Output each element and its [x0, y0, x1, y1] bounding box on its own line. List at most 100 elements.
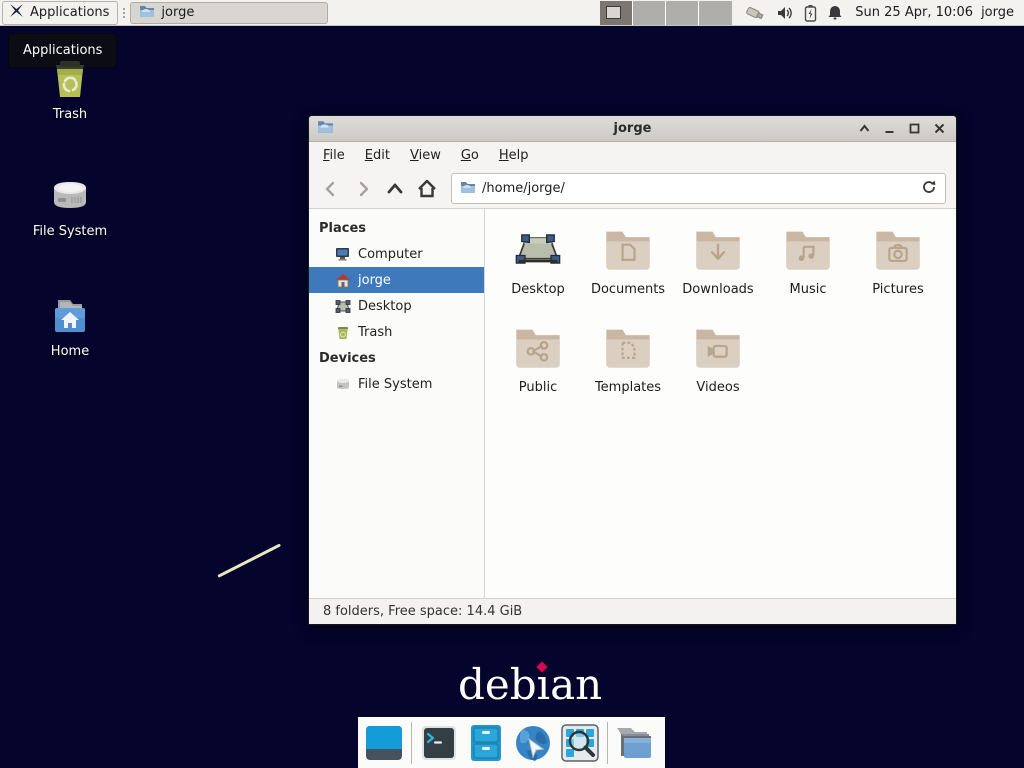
file-grid: Desktop Documents Downloads: [485, 209, 956, 598]
file-manager-window: jorge File Edit View Go Help: [308, 115, 957, 625]
dock: [358, 717, 665, 768]
volume-icon[interactable]: [776, 5, 794, 21]
templates-folder-icon: [602, 321, 654, 373]
menu-view[interactable]: View: [400, 144, 451, 167]
show-desktop-icon: [365, 724, 403, 762]
desktop-icon-label: Trash: [53, 107, 87, 122]
sidebar-header-places: Places: [309, 215, 484, 241]
taskbar-window-button[interactable]: jorge: [130, 2, 328, 24]
desktop-special-icon: [512, 223, 564, 275]
sidebar-item-label: Trash: [358, 325, 392, 340]
statusbar: 8 folders, Free space: 14.4 GiB: [309, 598, 956, 624]
folder-icon: [139, 4, 155, 22]
panel-clock[interactable]: Sun 25 Apr, 10:06: [855, 5, 973, 20]
menu-edit[interactable]: Edit: [355, 144, 400, 167]
applications-menu-button[interactable]: Applications: [2, 1, 118, 25]
file-item-music[interactable]: Music: [763, 223, 853, 321]
battery-charging-icon[interactable]: [804, 4, 817, 22]
desktop-icon-label: Home: [51, 344, 89, 359]
trash-small-icon: [335, 325, 351, 340]
music-folder-icon: [782, 223, 834, 275]
maximize-button[interactable]: [906, 120, 923, 137]
home-button[interactable]: [413, 175, 441, 203]
dock-file-cabinet[interactable]: [466, 723, 506, 763]
terminal-icon: [421, 725, 457, 761]
sidebar-item-desktop[interactable]: Desktop: [309, 293, 484, 319]
file-item-label: Documents: [591, 282, 665, 297]
desktop-icon: [335, 299, 351, 314]
debian-logo-text: an: [550, 660, 602, 709]
up-button[interactable]: [381, 175, 409, 203]
web-browser-icon: [513, 723, 553, 763]
reload-icon[interactable]: [921, 179, 937, 199]
applications-menu-label: Applications: [30, 5, 109, 20]
window-titlebar[interactable]: jorge: [309, 116, 956, 142]
dock-show-desktop[interactable]: [364, 723, 404, 763]
home-folder-icon: [46, 292, 94, 340]
file-cabinet-icon: [469, 724, 503, 762]
workspace-2[interactable]: [633, 1, 666, 25]
close-button[interactable]: [931, 120, 948, 137]
file-item-pictures[interactable]: Pictures: [853, 223, 943, 321]
notifications-bell-icon[interactable]: [827, 4, 843, 21]
location-bar[interactable]: /home/jorge/: [451, 173, 946, 204]
shade-button[interactable]: [856, 120, 873, 137]
minimize-button[interactable]: [881, 120, 898, 137]
debian-logo: debıan: [458, 660, 602, 709]
dock-web-browser[interactable]: [513, 723, 553, 763]
path-text[interactable]: /home/jorge/: [482, 181, 915, 196]
file-item-label: Templates: [595, 380, 661, 395]
videos-folder-icon: [692, 321, 744, 373]
menu-go[interactable]: Go: [451, 144, 489, 167]
application-finder-icon: [561, 724, 599, 762]
dock-separator: [607, 722, 608, 764]
documents-folder-icon: [602, 223, 654, 275]
tasklist-handle[interactable]: [120, 3, 128, 23]
sidebar-item-jorge[interactable]: jorge: [309, 267, 484, 293]
menu-file[interactable]: File: [313, 144, 355, 167]
file-item-public[interactable]: Public: [493, 321, 583, 419]
file-item-templates[interactable]: Templates: [583, 321, 673, 419]
downloads-folder-icon: [692, 223, 744, 275]
back-button[interactable]: [317, 175, 345, 203]
file-item-label: Public: [519, 380, 557, 395]
debian-logo-text: deb: [458, 660, 537, 709]
workspace-3[interactable]: [666, 1, 699, 25]
forward-button[interactable]: [349, 175, 377, 203]
desktop-icon-label: File System: [33, 224, 107, 239]
file-item-documents[interactable]: Documents: [583, 223, 673, 321]
sidebar-item-label: Computer: [358, 247, 423, 262]
trash-icon: [46, 55, 94, 103]
dock-app-finder[interactable]: [560, 723, 600, 763]
file-item-videos[interactable]: Videos: [673, 321, 763, 419]
statusbar-text: 8 folders, Free space: 14.4 GiB: [323, 604, 522, 619]
menu-help[interactable]: Help: [489, 144, 539, 167]
toolbar: /home/jorge/: [309, 169, 956, 209]
sidebar-item-file-system[interactable]: File System: [309, 371, 484, 397]
sidebar-item-trash[interactable]: Trash: [309, 319, 484, 345]
dock-file-manager[interactable]: [615, 723, 655, 763]
workspace-1[interactable]: [600, 1, 633, 25]
file-item-label: Downloads: [682, 282, 753, 297]
file-item-desktop[interactable]: Desktop: [493, 223, 583, 321]
panel-username[interactable]: jorge: [981, 5, 1014, 20]
file-item-downloads[interactable]: Downloads: [673, 223, 763, 321]
workspace-switcher: [600, 1, 732, 25]
removable-device-icon[interactable]: [744, 4, 766, 22]
dock-terminal[interactable]: [419, 723, 459, 763]
desktop-icon-home[interactable]: Home: [27, 292, 113, 359]
path-folder-icon: [460, 179, 476, 198]
computer-icon: [335, 247, 351, 262]
sidebar-item-computer[interactable]: Computer: [309, 241, 484, 267]
sidebar-item-label: Desktop: [358, 299, 412, 314]
file-item-label: Pictures: [872, 282, 923, 297]
desktop-icon-trash[interactable]: Trash: [27, 55, 113, 122]
stray-line-artifact: [217, 543, 281, 577]
workspace-4[interactable]: [699, 1, 732, 25]
desktop-icon-filesystem[interactable]: File System: [27, 172, 113, 239]
public-folder-icon: [512, 321, 564, 373]
taskbar-window-label: jorge: [161, 5, 194, 20]
sidebar-item-label: jorge: [358, 273, 391, 288]
sidebar-item-label: File System: [358, 377, 432, 392]
top-panel: Applications jorge: [0, 0, 1024, 26]
